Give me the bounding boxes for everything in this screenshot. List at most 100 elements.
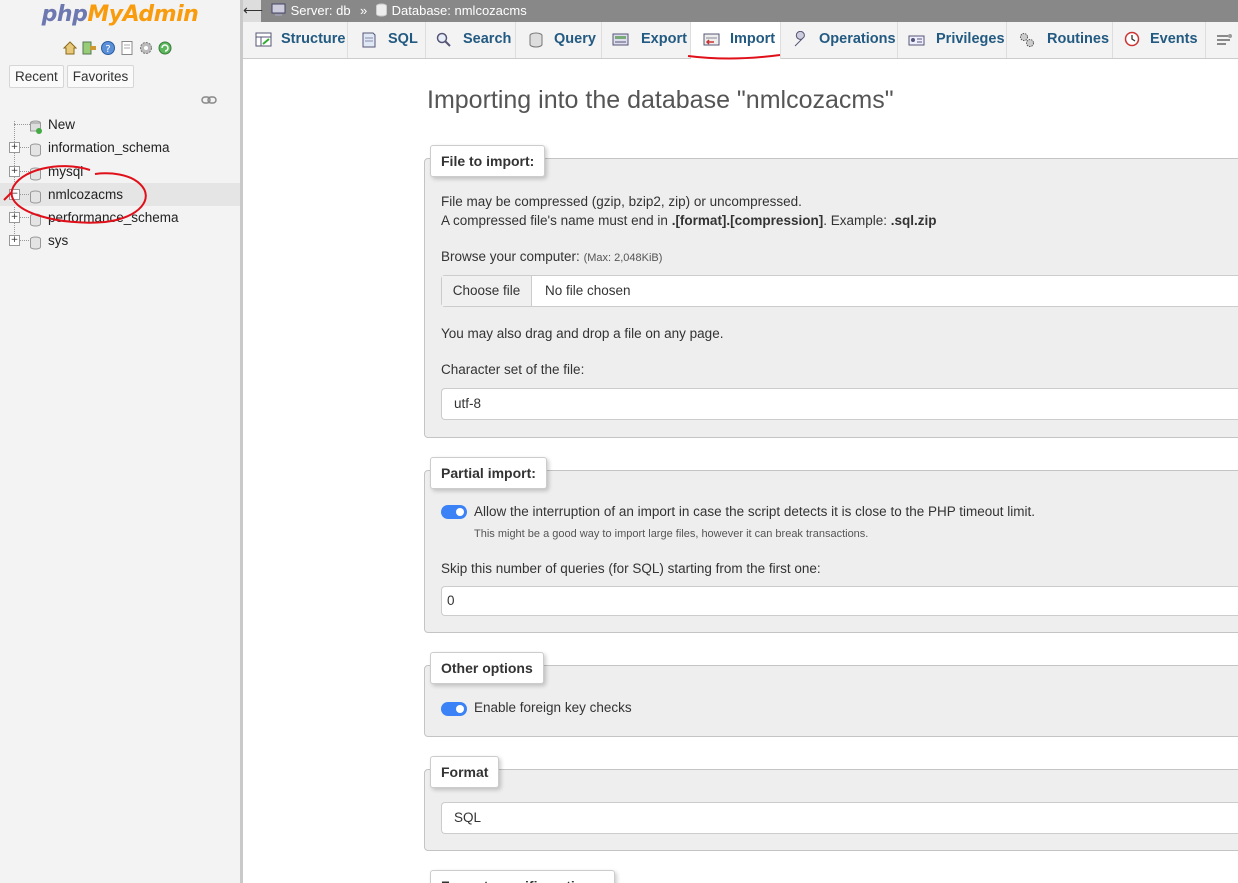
database-icon xyxy=(30,165,41,181)
recent-favorites-tabs: Recent Favorites xyxy=(9,65,135,88)
foreign-key-toggle[interactable] xyxy=(441,702,467,716)
tab-query[interactable]: Query xyxy=(516,22,602,58)
browse-label: Browse your computer: (Max: 2,048KiB) xyxy=(441,249,663,264)
tree-item-label: performance_schema xyxy=(48,210,179,226)
navigation-panel: phpMyAdmin ? Recent Favorites New + info… xyxy=(0,0,240,883)
tree-item-mysql[interactable]: + mysql xyxy=(0,160,240,183)
database-icon xyxy=(30,211,41,227)
sql-icon xyxy=(362,32,376,48)
database-icon xyxy=(30,188,41,204)
favorites-button[interactable]: Favorites xyxy=(66,65,135,88)
allow-interrupt-toggle[interactable] xyxy=(441,505,467,519)
file-import-legend: File to import: xyxy=(430,145,546,177)
events-icon xyxy=(1124,31,1140,47)
tab-search[interactable]: Search xyxy=(426,22,516,58)
choose-file-button[interactable]: Choose file xyxy=(442,276,532,306)
compression-format-note: A compressed file's name must end in .[f… xyxy=(441,213,937,228)
quick-icons: ? xyxy=(62,40,173,56)
tab-import[interactable]: Import xyxy=(691,22,781,59)
tab-structure[interactable]: Structure xyxy=(243,22,348,58)
tab-sql[interactable]: SQL xyxy=(348,22,426,58)
format-select[interactable]: SQL xyxy=(441,802,1238,834)
routines-icon xyxy=(1020,33,1034,47)
home-icon[interactable] xyxy=(62,40,78,56)
charset-label: Character set of the file: xyxy=(441,362,585,377)
link-icon[interactable] xyxy=(201,94,217,106)
database-tabs: Structure SQL Search Query Export Import… xyxy=(243,22,1238,59)
tab-events[interactable]: Events xyxy=(1113,22,1206,58)
wrench-icon xyxy=(794,31,805,47)
tab-triggers[interactable] xyxy=(1206,22,1238,58)
breadcrumb: ⟵ Server: db » Database: nmlcozacms xyxy=(243,0,1238,22)
file-import-section: File to import: File may be compressed (… xyxy=(424,145,1238,438)
phpmyadmin-logo[interactable]: phpMyAdmin xyxy=(0,2,240,27)
other-options-section: Other options Enable foreign key checks xyxy=(424,652,1238,737)
query-icon xyxy=(529,32,543,48)
tab-routines[interactable]: Routines xyxy=(1007,22,1113,58)
svg-text:?: ? xyxy=(105,44,110,55)
tree-item-label: mysql xyxy=(48,163,84,179)
tree-branch xyxy=(20,240,29,242)
allow-interrupt-label: Allow the interruption of an import in c… xyxy=(474,504,1036,519)
export-icon xyxy=(612,33,629,46)
tree-item-performance-schema[interactable]: + performance_schema xyxy=(0,206,240,229)
tab-export[interactable]: Export xyxy=(602,22,691,58)
new-db-icon xyxy=(30,118,42,134)
tree-item-sys[interactable]: + sys xyxy=(0,229,240,252)
database-crumb[interactable]: Database: nmlcozacms xyxy=(376,3,527,18)
tree-item-new[interactable]: New xyxy=(0,113,240,136)
privileges-icon xyxy=(908,35,925,46)
foreign-key-label: Enable foreign key checks xyxy=(474,700,632,715)
main-content: Importing into the database "nmlcozacms"… xyxy=(243,59,1238,883)
format-legend: Format xyxy=(430,756,500,788)
collapse-icon[interactable]: − xyxy=(9,188,20,200)
format-specific-legend: Format-specific options: xyxy=(430,870,616,883)
skip-queries-label: Skip this number of queries (for SQL) st… xyxy=(441,561,821,576)
format-section: Format SQL xyxy=(424,756,1238,851)
expand-icon[interactable]: + xyxy=(9,165,20,177)
tree-item-label: nmlcozacms xyxy=(48,186,124,202)
expand-icon[interactable]: + xyxy=(9,235,20,247)
collapse-sidebar-arrow-icon[interactable]: ⟵ xyxy=(243,0,263,22)
tree-item-information-schema[interactable]: + information_schema xyxy=(0,136,240,159)
help-icon[interactable]: ? xyxy=(100,40,116,56)
drag-drop-note: You may also drag and drop a file on any… xyxy=(441,326,724,341)
expand-icon[interactable]: + xyxy=(9,212,20,224)
tree-branch xyxy=(20,170,29,172)
structure-icon xyxy=(255,32,272,47)
tree-branch xyxy=(20,193,29,195)
database-icon xyxy=(30,234,41,250)
breadcrumb-separator: » xyxy=(360,3,368,18)
tree-branch xyxy=(20,217,29,219)
database-icon xyxy=(30,141,41,157)
tree-item-label: New xyxy=(48,117,76,132)
skip-queries-input[interactable]: 0 xyxy=(441,586,1238,616)
server-crumb[interactable]: Server: db xyxy=(271,3,351,18)
partial-import-section: Partial import: Allow the interruption o… xyxy=(424,457,1238,633)
database-tree: New + information_schema + mysql − nmlco… xyxy=(0,113,240,253)
recent-button[interactable]: Recent xyxy=(9,65,64,88)
tree-branch xyxy=(14,124,30,125)
server-icon xyxy=(271,3,286,16)
reload-icon[interactable] xyxy=(157,40,173,56)
docs-icon[interactable] xyxy=(119,40,135,56)
tree-item-nmlcozacms[interactable]: − nmlcozacms xyxy=(0,182,240,207)
partial-import-legend: Partial import: xyxy=(430,457,547,489)
allow-interrupt-note: This might be a good way to import large… xyxy=(474,528,869,540)
logout-icon[interactable] xyxy=(81,40,97,56)
tab-privileges[interactable]: Privileges xyxy=(898,22,1007,58)
triggers-icon xyxy=(1217,34,1232,45)
expand-icon[interactable]: + xyxy=(9,142,20,154)
no-file-text: No file chosen xyxy=(545,283,631,298)
search-icon xyxy=(436,32,451,47)
database-icon xyxy=(376,3,387,17)
file-input[interactable]: Choose file No file chosen xyxy=(441,275,1238,307)
settings-icon[interactable] xyxy=(138,40,154,56)
page-title: Importing into the database "nmlcozacms" xyxy=(427,86,894,114)
compression-note: File may be compressed (gzip, bzip2, zip… xyxy=(441,194,802,209)
other-options-legend: Other options xyxy=(430,652,544,684)
tree-item-label: sys xyxy=(48,233,69,249)
charset-select[interactable]: utf-8 xyxy=(441,388,1238,420)
tab-operations[interactable]: Operations xyxy=(781,22,898,58)
tree-branch xyxy=(20,147,29,149)
